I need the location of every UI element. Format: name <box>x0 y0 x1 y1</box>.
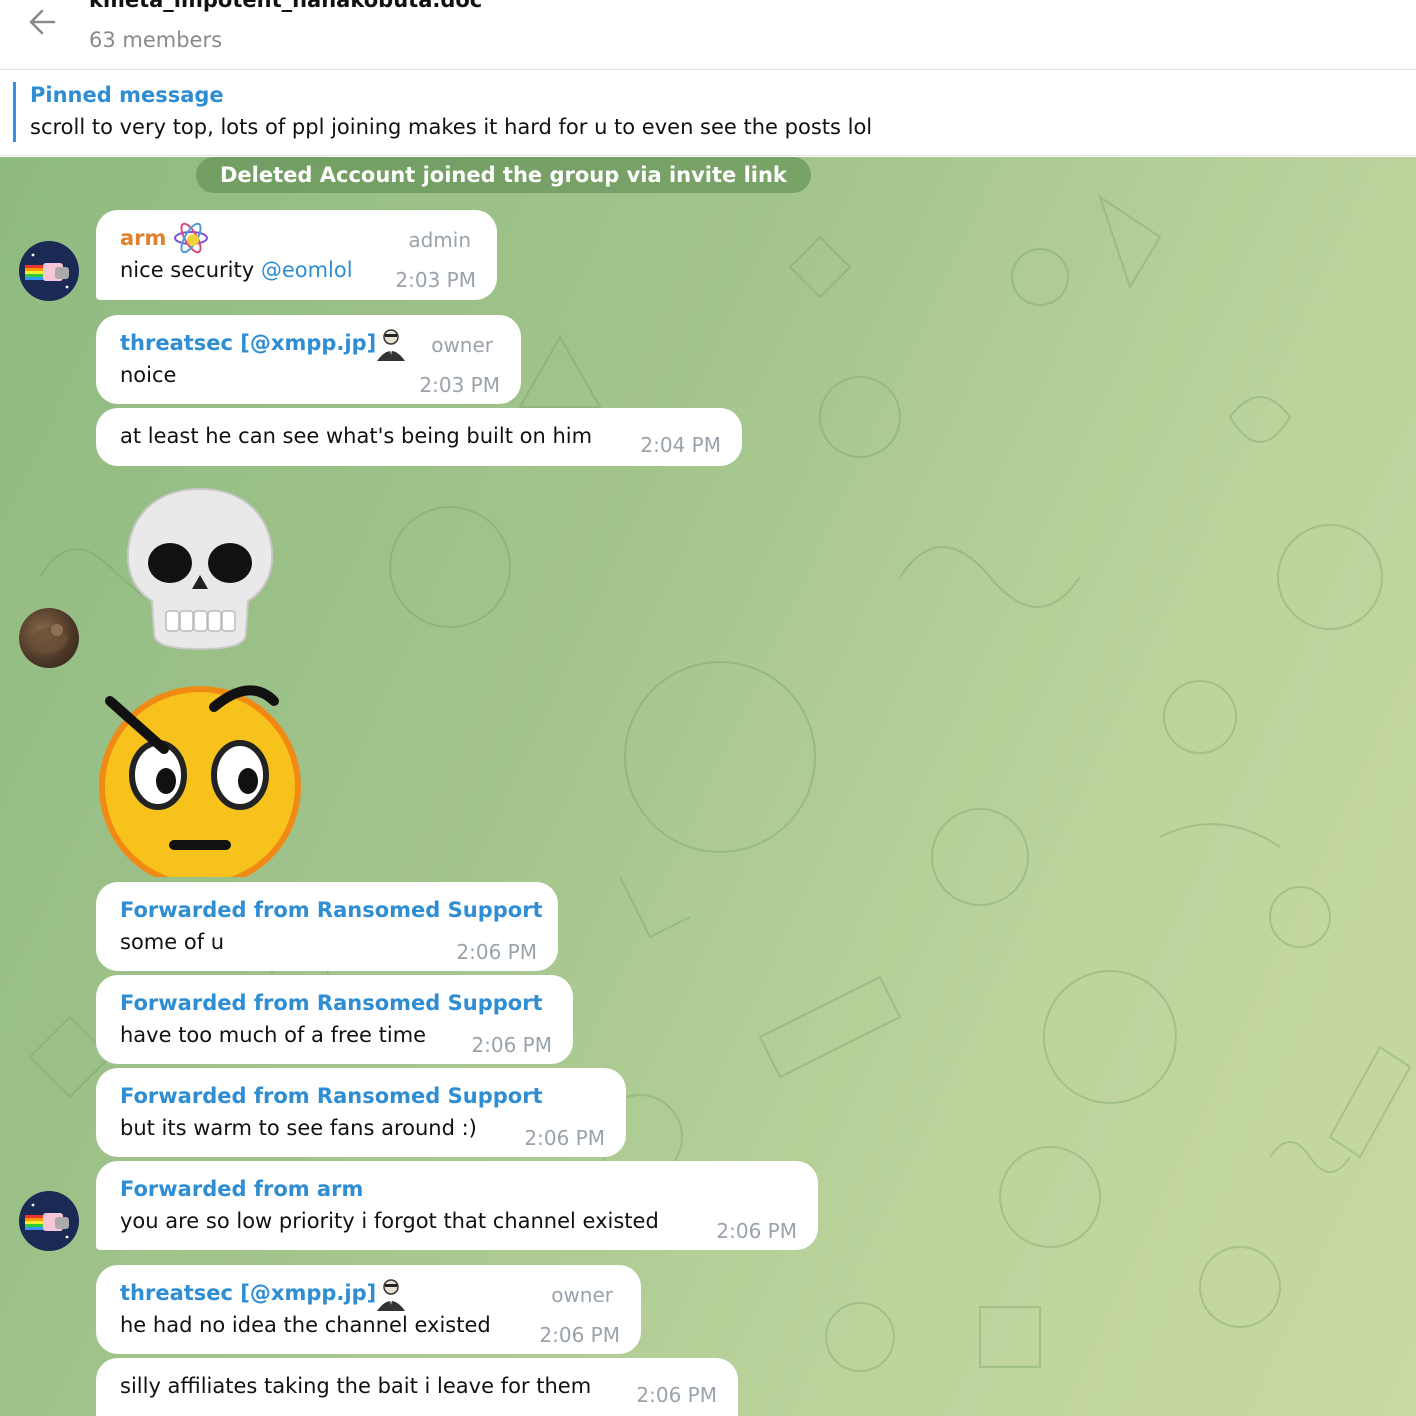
avatar-arm[interactable] <box>19 241 79 301</box>
message-bubble[interactable]: threatsec [@xmpp.jp] owner he had no ide… <box>96 1265 641 1354</box>
message-text: he had no idea the channel existed <box>120 1313 491 1337</box>
message-text: some of u <box>120 930 225 954</box>
message-time: 2:03 PM <box>395 268 476 292</box>
avatar-user[interactable] <box>19 608 79 668</box>
message-bubble[interactable]: arm admin nice security @eomlol 2:03 PM <box>96 210 497 300</box>
pinned-title: Pinned message <box>30 83 224 107</box>
message-time: 2:06 PM <box>471 1033 552 1057</box>
message-time: 2:06 PM <box>716 1219 797 1243</box>
message-bubble[interactable]: Forwarded from Ransomed Support but its … <box>96 1068 626 1157</box>
photo-avatar-icon <box>29 624 69 654</box>
suited-man-avatar-icon <box>377 1279 405 1311</box>
sender-name[interactable]: threatsec [@xmpp.jp] <box>120 1281 376 1305</box>
mention-link[interactable]: @eomlol <box>261 258 353 282</box>
role-owner: owner <box>551 1283 613 1307</box>
skull-sticker[interactable] <box>120 483 280 653</box>
pinned-indicator <box>13 82 16 142</box>
message-text: noice <box>120 363 177 387</box>
message-time: 2:06 PM <box>539 1323 620 1347</box>
message-time: 2:06 PM <box>636 1383 717 1407</box>
message-text: have too much of a free time <box>120 1023 427 1047</box>
message-time: 2:06 PM <box>524 1126 605 1150</box>
service-message: Deleted Account joined the group via inv… <box>196 157 811 193</box>
message-text-body: nice security <box>120 258 261 282</box>
message-time: 2:06 PM <box>456 940 537 964</box>
message-list[interactable]: Deleted Account joined the group via inv… <box>0 157 1416 1416</box>
message-bubble[interactable]: Forwarded from Ransomed Support have too… <box>96 975 573 1064</box>
message-bubble[interactable]: at least he can see what's being built o… <box>96 408 742 466</box>
back-arrow-icon[interactable] <box>22 2 62 42</box>
forwarded-from[interactable]: Forwarded from arm <box>120 1177 363 1201</box>
chat-title[interactable]: kmeta_impotent_hanakobuta.doc <box>89 0 482 12</box>
message-text: nice security @eomlol <box>120 258 353 282</box>
atom-badge-icon <box>174 222 208 254</box>
avatar-arm[interactable] <box>19 1191 79 1251</box>
member-count: 63 members <box>89 28 223 52</box>
message-text: silly affiliates taking the bait i leave… <box>120 1374 592 1398</box>
pinned-text: scroll to very top, lots of ppl joining … <box>30 115 873 139</box>
role-admin: admin <box>408 228 471 252</box>
pinned-message-bar[interactable]: Pinned message scroll to very top, lots … <box>0 71 1416 156</box>
message-bubble[interactable]: silly affiliates taking the bait i leave… <box>96 1358 738 1416</box>
message-bubble[interactable]: threatsec [@xmpp.jp] owner noice 2:03 PM <box>96 315 521 404</box>
forwarded-from[interactable]: Forwarded from Ransomed Support <box>120 991 543 1015</box>
message-text: but its warm to see fans around :) <box>120 1116 477 1140</box>
message-time: 2:03 PM <box>419 373 500 397</box>
forwarded-from[interactable]: Forwarded from Ransomed Support <box>120 1084 543 1108</box>
message-bubble[interactable]: Forwarded from arm you are so low priori… <box>96 1161 818 1250</box>
sender-name[interactable]: threatsec [@xmpp.jp] <box>120 331 376 355</box>
nyan-cat-icon <box>25 1203 69 1239</box>
raised-eyebrow-sticker[interactable] <box>90 677 310 877</box>
sender-name[interactable]: arm <box>120 226 166 250</box>
nyan-cat-icon <box>25 253 69 289</box>
chat-header: kmeta_impotent_hanakobuta.doc 63 members <box>0 0 1416 70</box>
message-text: at least he can see what's being built o… <box>120 424 593 448</box>
message-time: 2:04 PM <box>640 433 721 457</box>
message-text: you are so low priority i forgot that ch… <box>120 1209 659 1233</box>
message-bubble[interactable]: Forwarded from Ransomed Support some of … <box>96 882 558 971</box>
suited-man-avatar-icon <box>377 329 405 361</box>
forwarded-from[interactable]: Forwarded from Ransomed Support <box>120 898 543 922</box>
role-owner: owner <box>431 333 493 357</box>
